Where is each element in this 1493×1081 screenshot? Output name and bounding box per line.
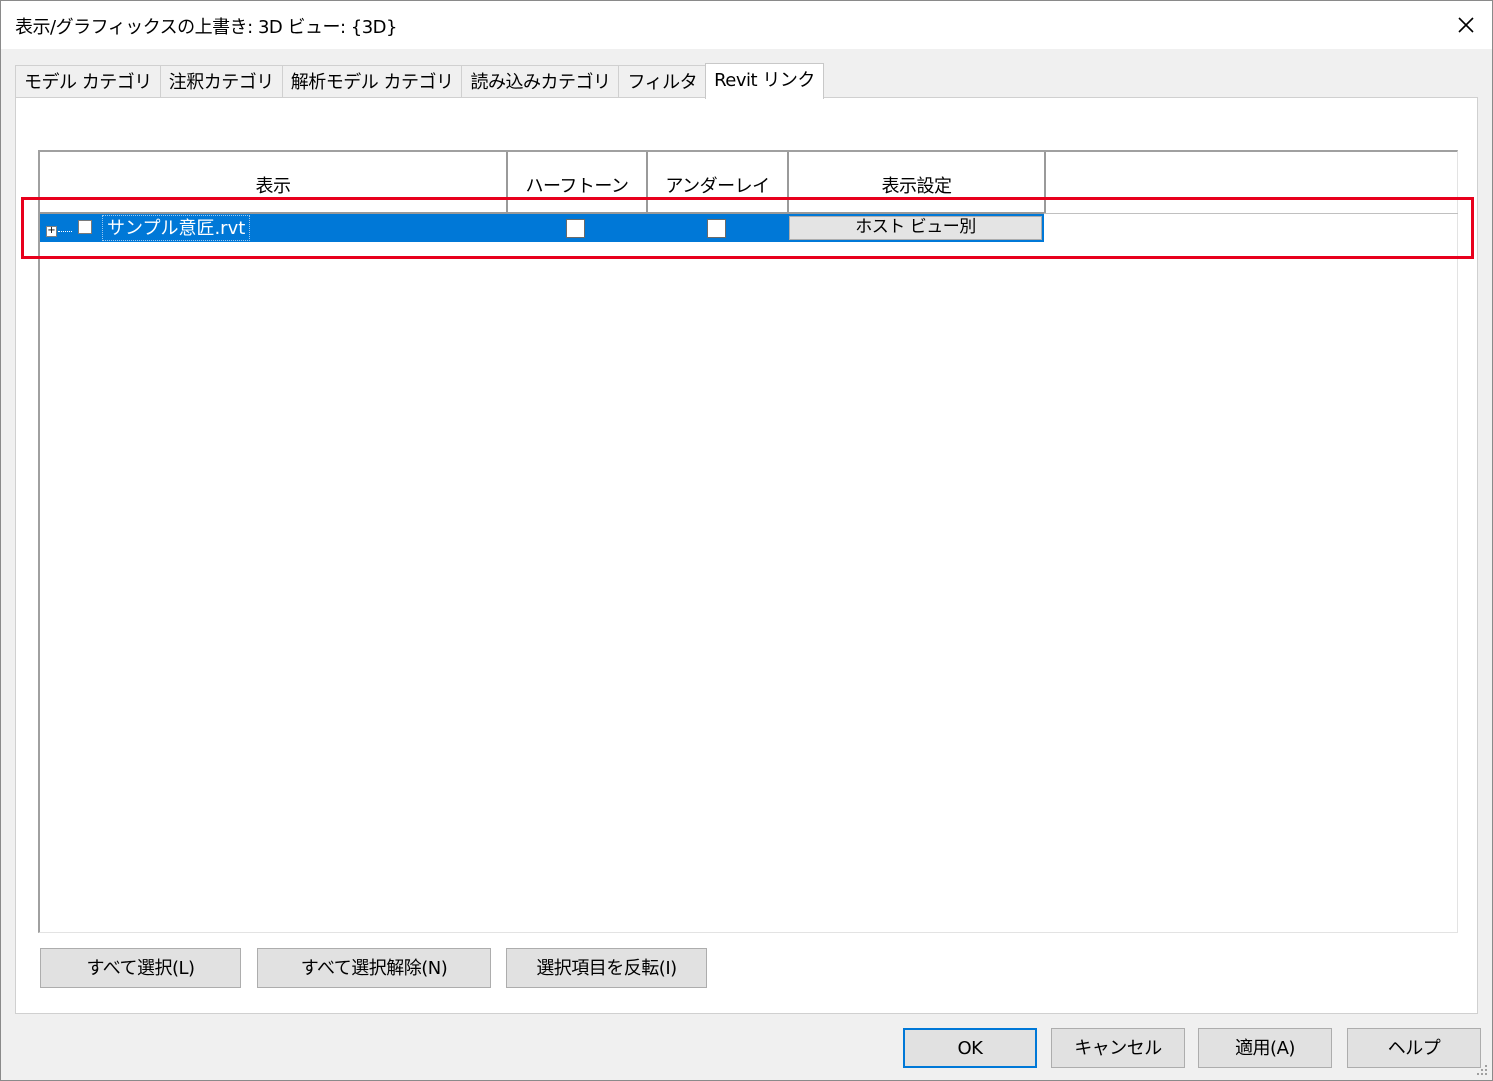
apply-button[interactable]: 適用(A) (1198, 1028, 1332, 1068)
select-all-button[interactable]: すべて選択(L) (40, 948, 241, 988)
tab-revit-links[interactable]: Revit リンク (705, 63, 824, 99)
tab-strip: モデル カテゴリ 注釈カテゴリ 解析モデル カテゴリ 読み込みカテゴリ フィルタ… (15, 63, 824, 99)
tab-model-categories[interactable]: モデル カテゴリ (15, 65, 161, 99)
visibility-graphics-dialog: 表示/グラフィックスの上書き: 3D ビュー: {3D} モデル カテゴリ 注釈… (0, 0, 1493, 1081)
close-icon (1458, 17, 1474, 33)
revit-links-grid: 表示 ハーフトーン アンダーレイ 表示設定 + サンプル意匠.rvt ホスト ビ… (38, 150, 1458, 933)
tab-annotation-categories[interactable]: 注釈カテゴリ (159, 65, 283, 99)
tab-imported-categories[interactable]: 読み込みカテゴリ (461, 65, 620, 99)
help-button[interactable]: ヘルプ (1347, 1028, 1481, 1068)
tab-analytical-model-categories[interactable]: 解析モデル カテゴリ (281, 65, 463, 99)
deselect-all-button[interactable]: すべて選択解除(N) (257, 948, 491, 988)
cancel-button[interactable]: キャンセル (1051, 1028, 1185, 1068)
annotation-highlight-box (21, 197, 1474, 259)
resize-grip-icon[interactable] (1476, 1064, 1488, 1076)
invert-selection-button[interactable]: 選択項目を反転(I) (506, 948, 707, 988)
tab-filters[interactable]: フィルタ (618, 65, 707, 99)
grip-dots-icon (1477, 1065, 1487, 1075)
window-title: 表示/グラフィックスの上書き: 3D ビュー: {3D} (15, 17, 398, 38)
title-bar: 表示/グラフィックスの上書き: 3D ビュー: {3D} (1, 1, 1492, 49)
ok-button[interactable]: OK (903, 1028, 1037, 1068)
close-button[interactable] (1440, 1, 1492, 49)
